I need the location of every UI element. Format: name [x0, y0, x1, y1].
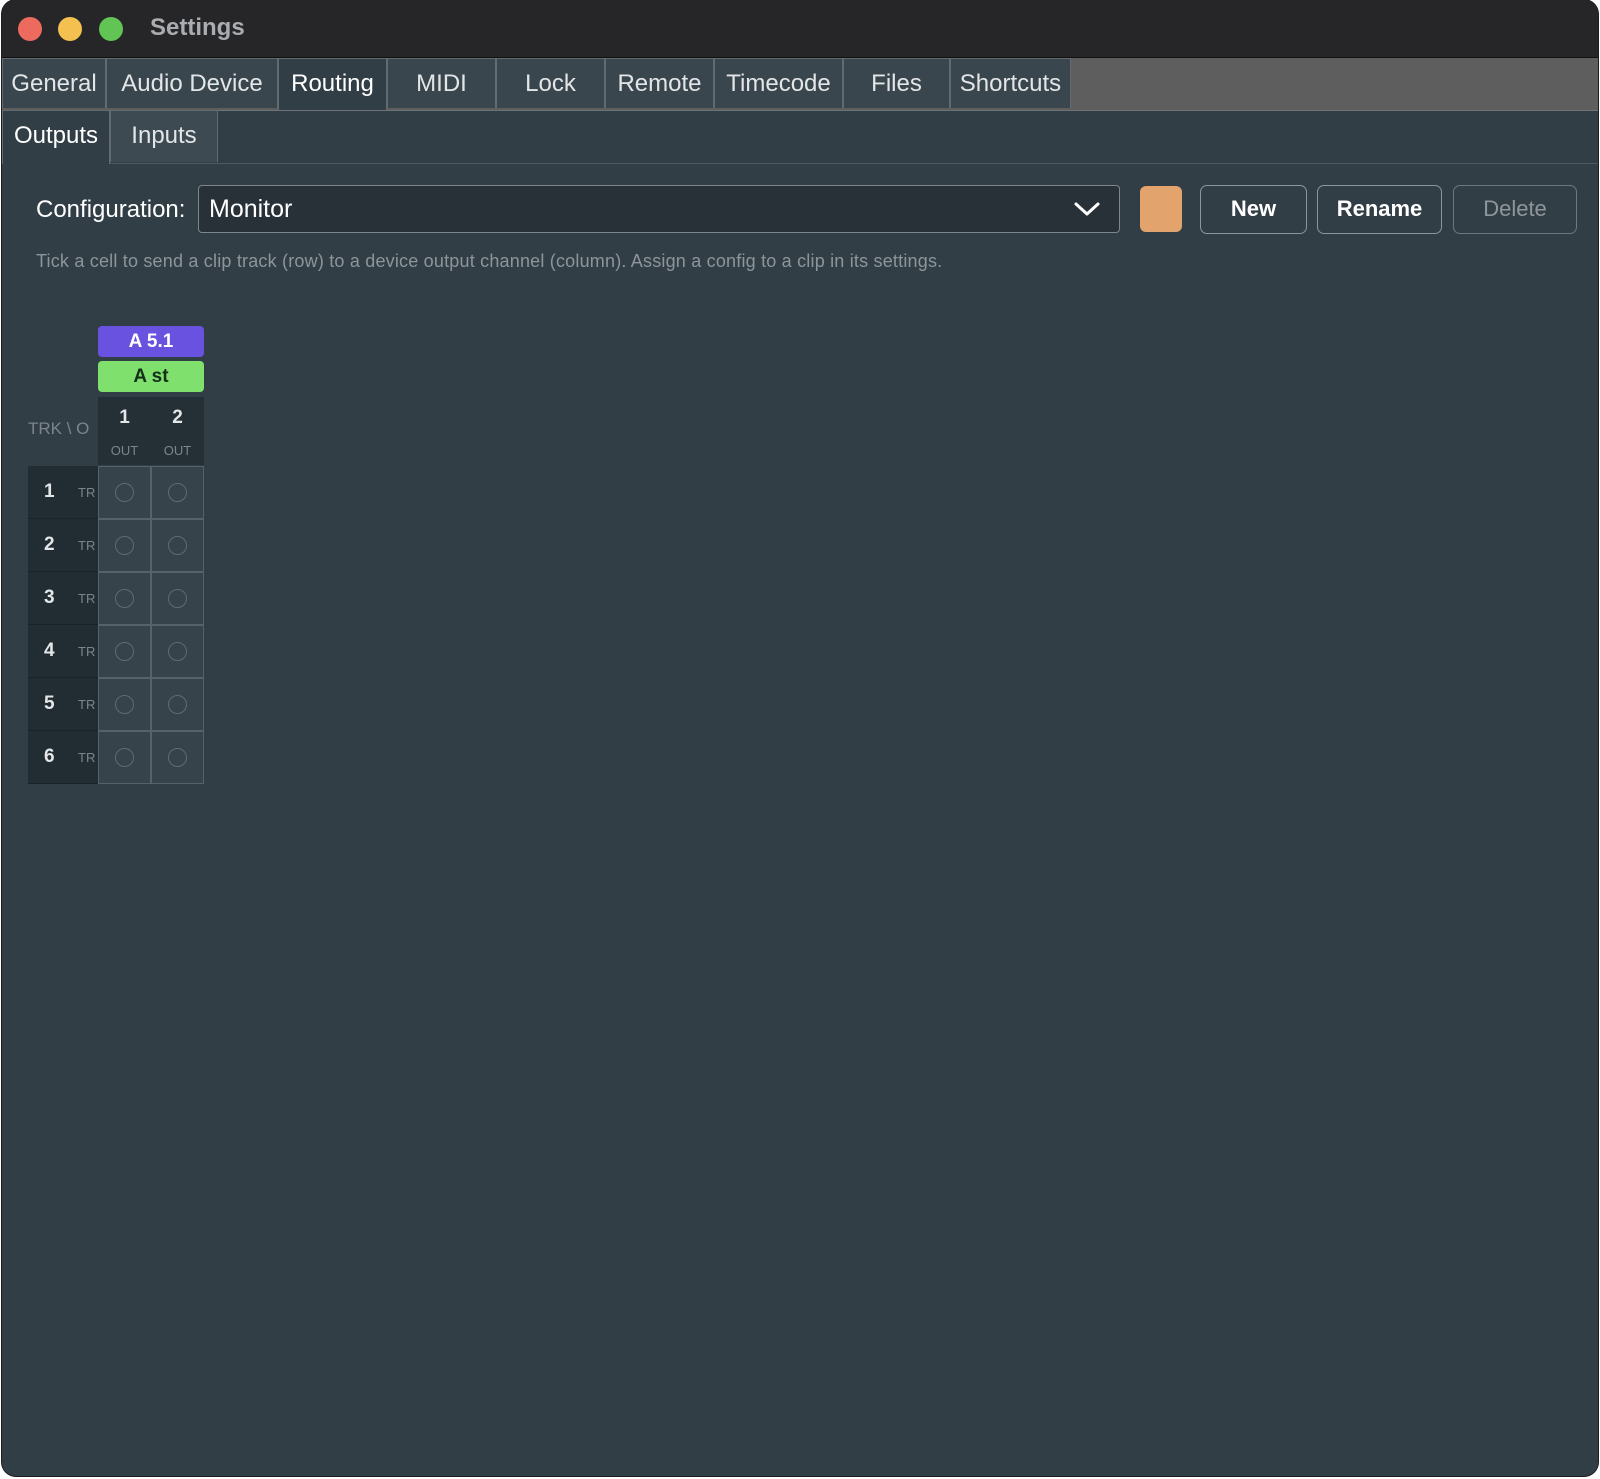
unchecked-circle-icon	[115, 695, 134, 714]
channel-group-a-st: A st	[98, 361, 204, 392]
track-row-number: 2	[44, 534, 55, 555]
routing-cell[interactable]	[151, 572, 204, 625]
routing-cell[interactable]	[98, 572, 151, 625]
configuration-color-swatch[interactable]	[1140, 186, 1182, 232]
output-column-header: 1 OUT	[98, 397, 151, 465]
tab-shortcuts[interactable]: Shortcuts	[950, 58, 1071, 108]
track-row-header: 6 TR	[28, 731, 98, 784]
unchecked-circle-icon	[115, 536, 134, 555]
output-column-type: OUT	[110, 443, 139, 458]
tab-midi[interactable]: MIDI	[387, 58, 496, 108]
window-title: Settings	[150, 14, 245, 41]
tab-timecode[interactable]: Timecode	[714, 58, 843, 108]
zoom-window-button[interactable]	[99, 17, 123, 41]
chevron-down-icon	[1074, 202, 1100, 216]
tab-remote[interactable]: Remote	[605, 58, 714, 108]
routing-subtab-bar: Outputs Inputs	[2, 110, 1598, 164]
settings-window: Settings General Audio Device Routing MI…	[2, 0, 1598, 1476]
channel-group-a-5-1: A 5.1	[98, 326, 204, 357]
tab-audio-device[interactable]: Audio Device	[106, 58, 278, 108]
unchecked-circle-icon	[168, 748, 187, 767]
routing-cell[interactable]	[98, 678, 151, 731]
tab-general[interactable]: General	[2, 58, 106, 108]
routing-cell[interactable]	[151, 678, 204, 731]
subtab-outputs[interactable]: Outputs	[2, 110, 110, 164]
track-row-number: 1	[44, 481, 55, 502]
track-row-type: TR	[78, 485, 96, 500]
unchecked-circle-icon	[115, 483, 134, 502]
tab-lock[interactable]: Lock	[496, 58, 605, 108]
subtab-inputs[interactable]: Inputs	[110, 110, 218, 162]
track-row-number: 4	[44, 640, 55, 661]
track-row-header: 4 TR	[28, 625, 98, 678]
track-row-type: TR	[78, 697, 96, 712]
track-row-number: 5	[44, 693, 55, 714]
track-row-type: TR	[78, 750, 96, 765]
settings-tab-bar: General Audio Device Routing MIDI Lock R…	[2, 58, 1598, 111]
routing-cell[interactable]	[151, 625, 204, 678]
output-column-type: OUT	[163, 443, 192, 458]
configuration-label: Configuration:	[36, 196, 186, 223]
track-row-number: 6	[44, 746, 55, 767]
output-column-number: 2	[172, 407, 183, 428]
tab-files[interactable]: Files	[843, 58, 950, 108]
output-column-header: 2 OUT	[151, 397, 204, 465]
matrix-corner-label: TRK \ O	[28, 419, 90, 438]
track-row-header: 2 TR	[28, 519, 98, 572]
track-row-header: 3 TR	[28, 572, 98, 625]
unchecked-circle-icon	[168, 483, 187, 502]
unchecked-circle-icon	[168, 642, 187, 661]
unchecked-circle-icon	[168, 695, 187, 714]
routing-cell[interactable]	[151, 466, 204, 519]
routing-cell[interactable]	[98, 625, 151, 678]
title-bar: Settings	[2, 0, 1598, 58]
tab-routing[interactable]: Routing	[278, 58, 387, 110]
routing-cell[interactable]	[151, 519, 204, 572]
unchecked-circle-icon	[115, 589, 134, 608]
routing-cell[interactable]	[151, 731, 204, 784]
close-window-button[interactable]	[18, 17, 42, 41]
new-button[interactable]: New	[1200, 185, 1307, 234]
routing-cell[interactable]	[98, 519, 151, 572]
unchecked-circle-icon	[115, 642, 134, 661]
rename-button[interactable]: Rename	[1317, 185, 1442, 234]
track-row-number: 3	[44, 587, 55, 608]
routing-cell[interactable]	[98, 731, 151, 784]
configuration-value: Monitor	[209, 195, 293, 223]
unchecked-circle-icon	[115, 748, 134, 767]
configuration-select[interactable]: Monitor	[198, 185, 1120, 233]
minimize-window-button[interactable]	[58, 17, 82, 41]
track-row-type: TR	[78, 591, 96, 606]
track-row-type: TR	[78, 644, 96, 659]
delete-button[interactable]: Delete	[1453, 185, 1577, 234]
track-row-header: 1 TR	[28, 466, 98, 519]
track-row-header: 5 TR	[28, 678, 98, 731]
unchecked-circle-icon	[168, 589, 187, 608]
routing-cell[interactable]	[98, 466, 151, 519]
unchecked-circle-icon	[168, 536, 187, 555]
output-column-number: 1	[119, 407, 130, 428]
routing-hint-text: Tick a cell to send a clip track (row) t…	[36, 251, 943, 271]
track-row-type: TR	[78, 538, 96, 553]
